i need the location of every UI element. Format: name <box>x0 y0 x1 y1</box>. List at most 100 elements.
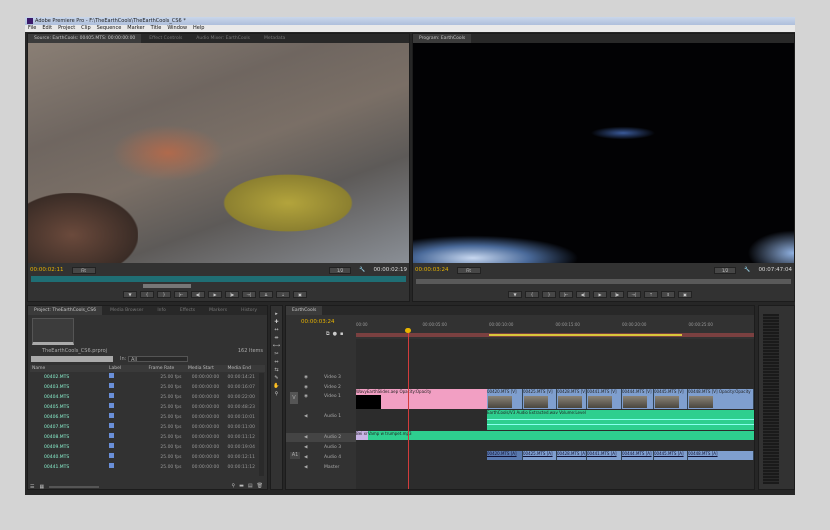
marker-icon[interactable]: ● <box>333 331 337 337</box>
source-zoom-scrollbar[interactable] <box>143 284 191 288</box>
track-select-tool-icon[interactable]: ✚ <box>274 319 278 325</box>
add-marker-icon[interactable]: ▪ <box>340 331 343 337</box>
add-marker-button[interactable]: ▼ <box>123 291 137 298</box>
list-view-icon[interactable]: ☰ <box>30 484 34 490</box>
source-timecode[interactable]: 00:00:02:11 <box>30 267 64 273</box>
project-item-row[interactable]: 00404.MTS 25.00 fps 00:00:00:00 00:00:22:00 <box>30 393 255 403</box>
rate-stretch-tool-icon[interactable]: ⟷ <box>273 343 280 349</box>
track-header-audio-3[interactable]: ◀ Audio 3 <box>286 443 356 452</box>
tab-source[interactable]: Source: EarthCools: 00405.MTS: 00:00:00:… <box>28 34 142 43</box>
menu-marker[interactable]: Marker <box>127 25 144 32</box>
project-search-input[interactable] <box>31 356 113 362</box>
audio-clip[interactable]: 00428.MTS [A] <box>557 451 587 460</box>
slip-tool-icon[interactable]: ⇔ <box>274 359 278 365</box>
step-forward-button[interactable]: |▶ <box>610 291 624 298</box>
rolling-edit-tool-icon[interactable]: ⇹ <box>274 335 278 341</box>
new-item-icon[interactable]: ▤ <box>248 483 253 489</box>
in-dropdown[interactable]: All <box>128 356 188 363</box>
track-header-video-2[interactable]: ◉ Video 2 <box>286 383 356 392</box>
audio-clip[interactable]: 00420.MTS [A] <box>487 451 523 460</box>
pen-tool-icon[interactable]: ✎ <box>274 375 278 381</box>
audio-clip[interactable]: 00441.MTS [A] <box>587 451 622 460</box>
project-item-row[interactable]: 00403.MTS 25.00 fps 00:00:00:00 00:00:16:07 <box>30 383 255 393</box>
snap-icon[interactable]: ⧉ <box>326 331 330 337</box>
play-button[interactable]: ▶ <box>208 291 222 298</box>
play-button[interactable]: ▶ <box>593 291 607 298</box>
speaker-icon[interactable]: ◀ <box>304 463 307 472</box>
slide-tool-icon[interactable]: ⇆ <box>274 367 278 373</box>
label-swatch[interactable] <box>106 373 144 383</box>
find-icon[interactable]: ⚲ <box>232 483 236 489</box>
col-label[interactable]: Label <box>109 365 148 372</box>
project-item-row[interactable]: 00405.MTS 25.00 fps 00:00:00:00 00:00:48:23 <box>30 403 255 413</box>
label-swatch[interactable] <box>106 423 144 433</box>
wrench-icon[interactable]: 🔧 <box>744 267 750 273</box>
clip-bei-xr[interactable]: Bei xr <box>356 431 368 440</box>
overwrite-button[interactable]: ⇣ <box>276 291 290 298</box>
col-name[interactable]: Name <box>30 365 109 372</box>
menu-edit[interactable]: Edit <box>42 25 52 32</box>
timeline-timecode[interactable]: 00:00:03:24 <box>301 319 335 325</box>
extract-button[interactable]: ⇞ <box>661 291 675 298</box>
mark-out-button[interactable]: } <box>157 291 171 298</box>
label-swatch[interactable] <box>106 383 144 393</box>
eye-icon[interactable]: ◉ <box>304 373 308 382</box>
audio-clip[interactable]: 00425.MTS [A] <box>523 451 557 460</box>
video-clip[interactable]: 00448.MTS [V] Opacity:Opacity <box>688 389 754 409</box>
tab-sequence[interactable]: EarthCools <box>286 306 323 315</box>
track-header-audio-1[interactable]: ◀ Audio 1 <box>286 412 356 421</box>
col-media-start[interactable]: Media Start <box>188 365 227 372</box>
clip-wavy-earth-slides[interactable]: WavyEarthSlides.aep Opacity:Opacity <box>356 389 487 409</box>
hand-tool-icon[interactable]: ✋ <box>273 383 279 389</box>
label-swatch[interactable] <box>106 453 144 463</box>
track-header-master[interactable]: ◀ Master <box>286 463 356 472</box>
program-quality-dropdown[interactable]: 1/2 <box>714 266 737 274</box>
audio-clip[interactable]: 00444.MTS [A] <box>622 451 654 460</box>
track-header-audio-2[interactable]: ◀ Audio 2 <box>286 433 356 442</box>
menu-file[interactable]: File <box>28 25 36 32</box>
step-back-button[interactable]: ◀| <box>576 291 590 298</box>
video-clip[interactable]: 00428.MTS [V] <box>557 389 587 409</box>
tab-info[interactable]: Info <box>151 306 172 315</box>
add-marker-button[interactable]: ▼ <box>508 291 522 298</box>
source-quality-dropdown[interactable]: 1/2 <box>329 266 352 274</box>
tab-project[interactable]: Project: TheEarthCools_CS6 <box>28 306 103 315</box>
work-area-bar[interactable] <box>356 333 754 337</box>
lift-button[interactable]: ⇡ <box>644 291 658 298</box>
eye-icon[interactable]: ◉ <box>304 383 308 392</box>
mark-in-button[interactable]: { <box>525 291 539 298</box>
label-swatch[interactable] <box>106 413 144 423</box>
trash-icon[interactable]: 🗑 <box>257 483 263 489</box>
eye-icon[interactable]: ◉ <box>304 392 308 401</box>
go-to-out-button[interactable]: →| <box>627 291 641 298</box>
video-clip[interactable]: 00420.MTS [V] <box>487 389 523 409</box>
clip-vamp-trumpet[interactable]: Vamp w trumpet.mp3 <box>368 431 754 440</box>
menu-help[interactable]: Help <box>193 25 204 32</box>
label-swatch[interactable] <box>106 433 144 443</box>
track-header-video-3[interactable]: ◉ Video 3 <box>286 373 356 382</box>
icon-view-icon[interactable]: ▦ <box>39 484 44 490</box>
export-frame-button[interactable]: ▣ <box>678 291 692 298</box>
step-forward-button[interactable]: |▶ <box>225 291 239 298</box>
video-clip[interactable]: 00425.MTS [V] <box>523 389 557 409</box>
mark-in-button[interactable]: { <box>140 291 154 298</box>
mark-out-button[interactable]: } <box>542 291 556 298</box>
audio-clip[interactable]: 00448.MTS [A] <box>688 451 754 460</box>
export-frame-button[interactable]: ▣ <box>293 291 307 298</box>
menu-title[interactable]: Title <box>151 25 162 32</box>
go-to-out-button[interactable]: →| <box>242 291 256 298</box>
program-timecode[interactable]: 00:00:03:24 <box>415 267 449 273</box>
zoom-slider[interactable] <box>49 486 100 488</box>
clip-extracted-audio[interactable]: EarthCools/V3 Audio Extracted.wav Volume… <box>487 410 754 430</box>
tab-markers[interactable]: Markers <box>203 306 233 315</box>
project-item-row[interactable]: 00440.MTS 25.00 fps 00:00:00:00 00:00:12:11 <box>30 453 255 463</box>
tab-program[interactable]: Program: EarthCools <box>413 34 472 43</box>
tab-metadata[interactable]: Metadata <box>258 34 291 43</box>
wrench-icon[interactable]: 🔧 <box>359 267 365 273</box>
project-item-row[interactable]: 00406.MTS 25.00 fps 00:00:00:00 00:00:10:01 <box>30 413 255 423</box>
speaker-icon[interactable]: ◀ <box>304 453 307 462</box>
selection-tool-icon[interactable]: ▸ <box>275 311 278 317</box>
insert-button[interactable]: ⇊ <box>259 291 273 298</box>
time-ruler[interactable]: 00:00 00:00:05:00 00:00:10:00 00:00:15:00 00… <box>356 320 754 330</box>
program-time-ruler[interactable] <box>416 279 791 284</box>
